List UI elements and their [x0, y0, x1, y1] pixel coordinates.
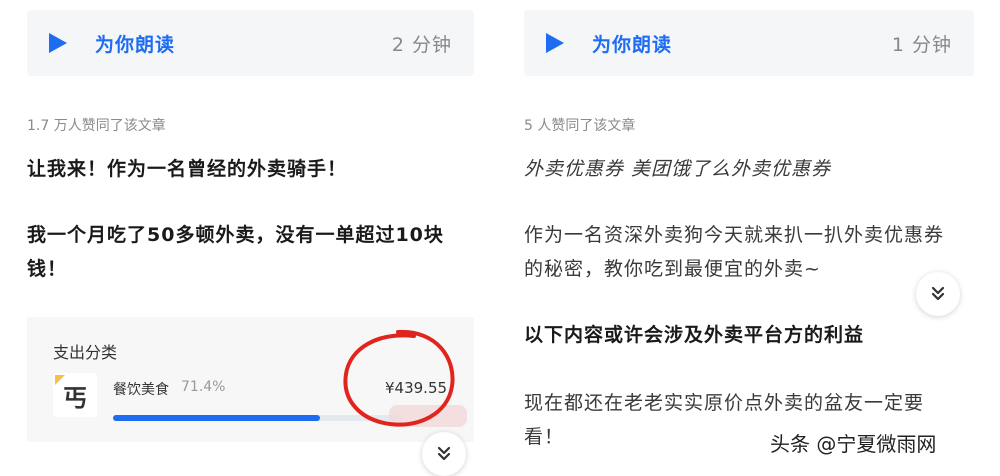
corner-flag-icon [55, 375, 65, 385]
category-amount: ¥439.55 [385, 379, 448, 397]
listen-bar[interactable]: 为你朗读 1 分钟 [524, 10, 974, 76]
play-icon[interactable] [49, 33, 67, 53]
double-chevron-down-icon [437, 446, 451, 461]
blurred-area [389, 405, 467, 427]
listen-duration: 2 分钟 [391, 33, 452, 56]
article-paragraph: 让我来！作为一名曾经的外卖骑手！ [27, 158, 348, 180]
article-paragraph: 我一个月吃了50多顿外卖，没有一单超过10块钱！ [27, 224, 444, 280]
article-paragraph: 以下内容或许会涉及外卖平台方的利益 [524, 324, 865, 346]
article-paragraph: 作为一名资深外卖狗今天就来扒一扒外卖优惠券的秘密，教你吃到最便宜的外卖~ [524, 224, 945, 280]
listen-label[interactable]: 为你朗读 [95, 30, 175, 57]
listen-bar[interactable]: 为你朗读 2 分钟 [27, 10, 474, 76]
category-progress-fill [113, 415, 321, 421]
category-name: 餐饮美食 [113, 382, 169, 398]
expand-button[interactable] [422, 432, 466, 476]
food-category-glyph: 丐 [63, 383, 87, 412]
likes-count: 1.7 万人赞同了该文章 [27, 118, 166, 134]
category-percent: 71.4% [181, 379, 226, 395]
likes-count: 5 人赞同了该文章 [524, 118, 636, 134]
watermark: 头条 @宁夏微雨网 [770, 432, 937, 456]
play-icon[interactable] [546, 33, 564, 53]
listen-label[interactable]: 为你朗读 [592, 30, 672, 57]
listen-duration: 1 分钟 [891, 33, 952, 56]
double-chevron-down-icon [931, 286, 945, 301]
expand-button[interactable] [916, 272, 960, 316]
spend-card-title: 支出分类 [53, 343, 118, 362]
spend-category-card: 支出分类 丐 餐饮美食 71.4% ¥439.55 [27, 317, 474, 442]
category-progress-track [113, 415, 403, 421]
article-paragraph: 外卖优惠券 美团饿了么外卖优惠券 [524, 158, 832, 180]
